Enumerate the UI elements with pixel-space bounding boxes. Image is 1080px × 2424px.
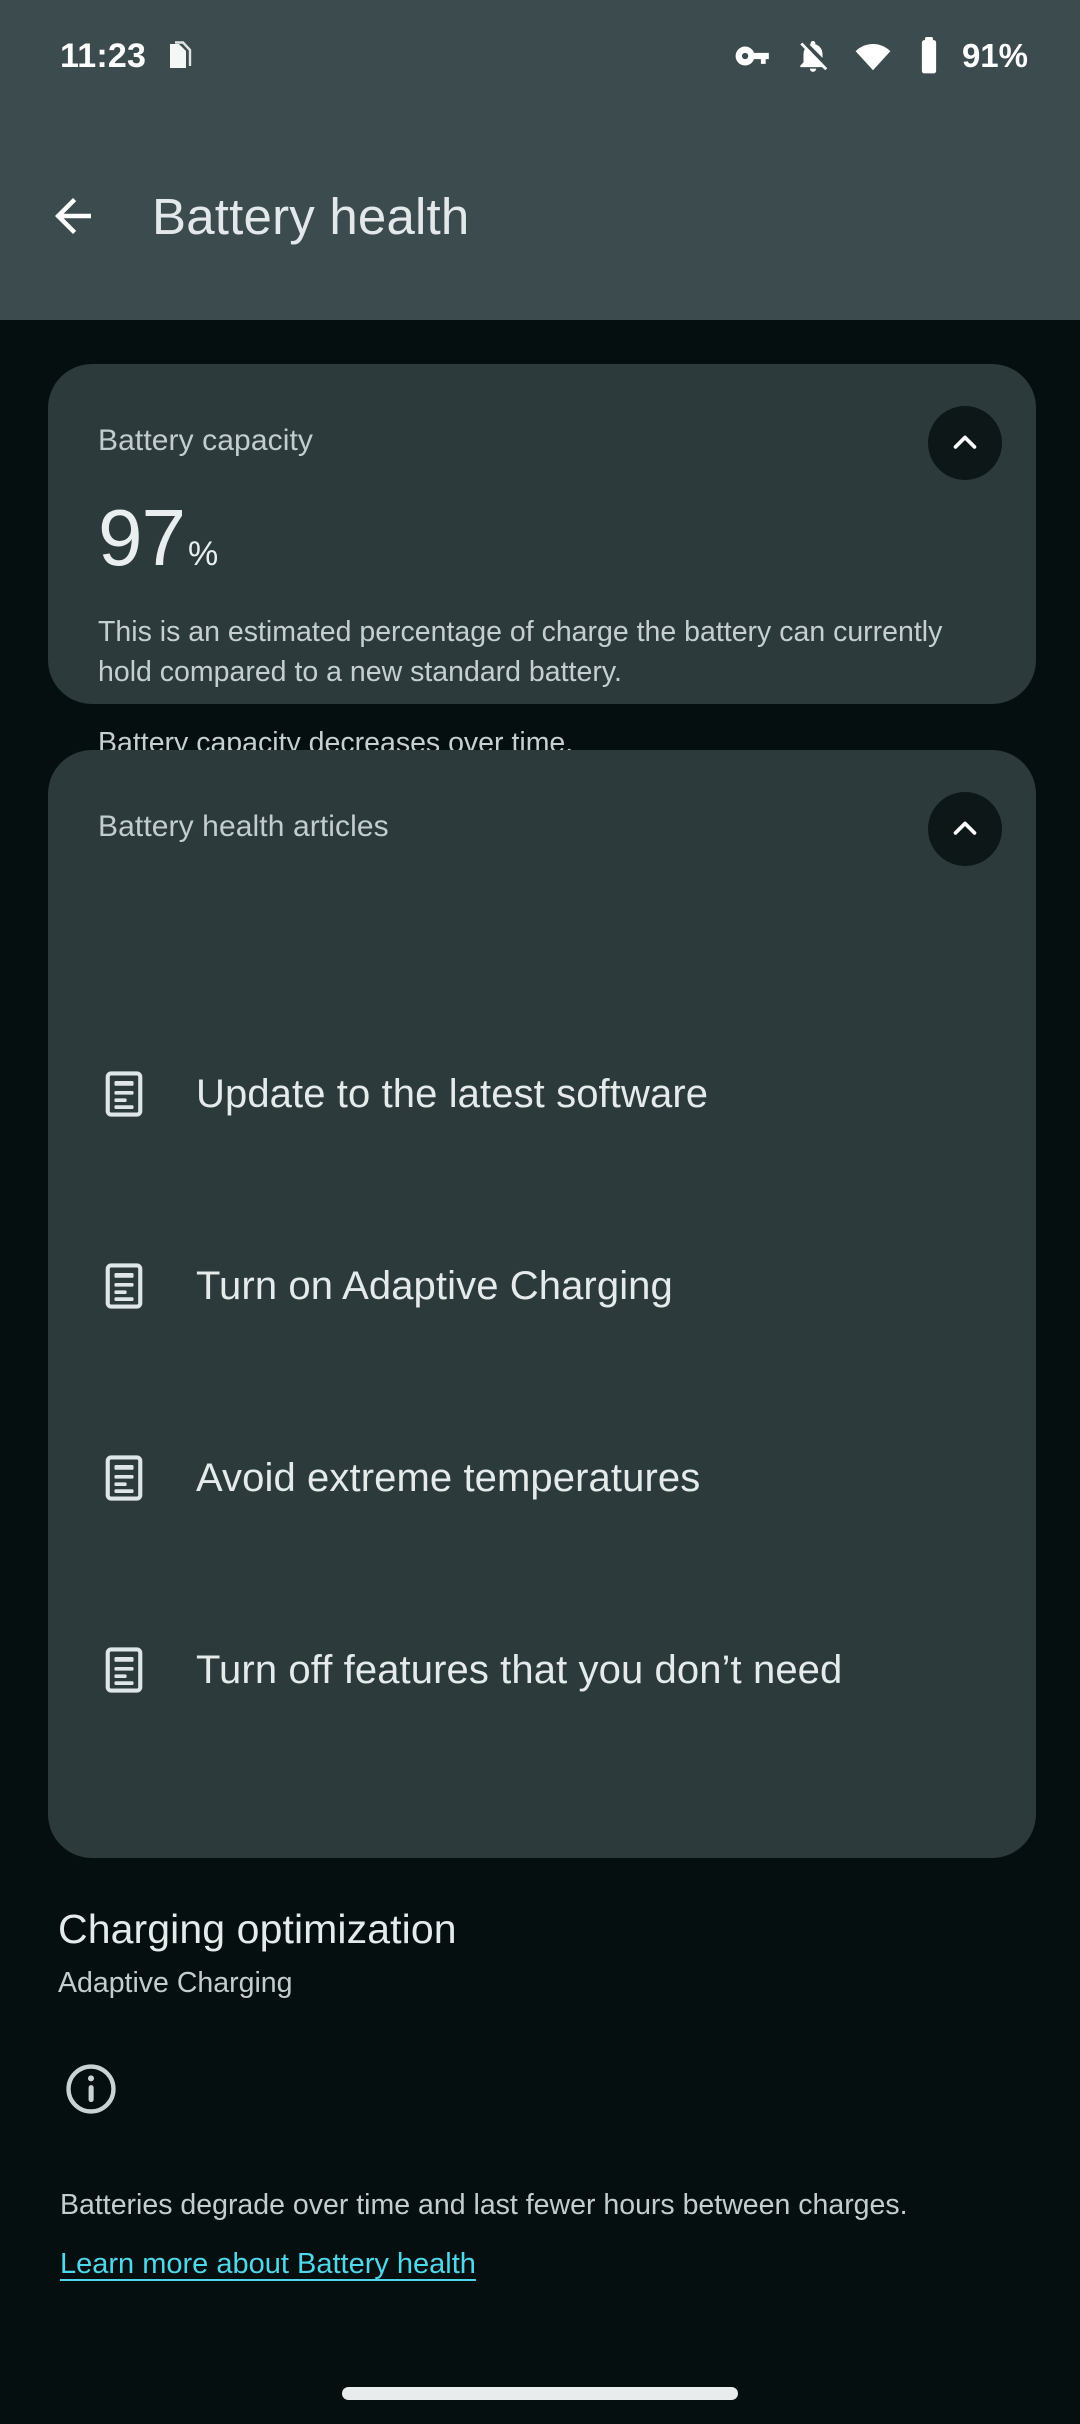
page-title: Battery health: [152, 187, 470, 245]
status-bar-clock: 11:23: [60, 37, 147, 75]
article-item-update-software[interactable]: Update to the latest software: [48, 998, 1036, 1190]
charging-optimization-title: Charging optimization: [58, 1906, 457, 1952]
home-gesture-pill[interactable]: [342, 2387, 738, 2400]
battery-icon: [914, 37, 944, 75]
learn-more-link[interactable]: Learn more about Battery health: [60, 2248, 476, 2281]
article-item-avoid-extreme-temperatures[interactable]: Avoid extreme temperatures: [48, 1382, 1036, 1574]
scroll-content: Battery capacity 97 % This is an estimat…: [0, 320, 1080, 2424]
battery-capacity-header: Battery capacity: [48, 364, 1036, 480]
article-label: Turn on Adaptive Charging: [196, 1263, 673, 1308]
article-icon: [98, 1260, 150, 1312]
pages-notification-icon: [166, 41, 192, 71]
battery-health-articles-collapse-button[interactable]: [928, 792, 1002, 866]
vpn-key-icon: [734, 37, 772, 75]
charging-optimization-section[interactable]: Charging optimization Adaptive Charging: [58, 1906, 457, 2000]
battery-capacity-unit: %: [187, 535, 219, 573]
chevron-up-icon: [946, 424, 984, 462]
battery-capacity-description: This is an estimated percentage of charg…: [98, 616, 943, 689]
article-icon: [98, 1068, 150, 1120]
status-bar: 11:23 91%: [0, 0, 1080, 112]
charging-optimization-subtitle: Adaptive Charging: [58, 1967, 293, 1999]
status-bar-right: 91%: [734, 37, 1028, 75]
battery-health-articles-header: Battery health articles: [48, 750, 1036, 866]
article-label: Turn off features that you don’t need: [196, 1647, 843, 1692]
info-icon: [62, 2060, 120, 2118]
back-arrow-icon: [46, 189, 100, 243]
battery-health-articles-card: Battery health articles Update to the la…: [48, 750, 1036, 1858]
back-button[interactable]: [18, 161, 128, 271]
notifications-off-icon: [794, 37, 832, 75]
battery-health-articles-list: Update to the latest software Turn on Ad…: [48, 998, 1036, 1766]
article-icon: [98, 1452, 150, 1504]
battery-capacity-number: 97: [98, 493, 186, 582]
footer-info: Batteries degrade over time and last few…: [0, 2060, 1080, 2281]
app-bar: Battery health: [0, 112, 1080, 320]
battery-capacity-label: Battery capacity: [98, 424, 314, 457]
status-bar-left: 11:23: [60, 39, 192, 73]
battery-capacity-collapse-button[interactable]: [928, 406, 1002, 480]
battery-health-articles-label: Battery health articles: [98, 810, 389, 843]
article-item-adaptive-charging[interactable]: Turn on Adaptive Charging: [48, 1190, 1036, 1382]
article-label: Update to the latest software: [196, 1071, 709, 1116]
battery-capacity-value: 97 %: [98, 498, 1036, 578]
battery-percentage: 91%: [961, 37, 1028, 74]
wifi-icon: [854, 37, 892, 75]
article-item-turn-off-features[interactable]: Turn off features that you don’t need: [48, 1574, 1036, 1766]
article-icon: [98, 1644, 150, 1696]
phone-screen: 11:23 91% Battery health Battery capacit…: [0, 0, 1080, 2424]
battery-capacity-card: Battery capacity 97 % This is an estimat…: [48, 364, 1036, 759]
footer-description: Batteries degrade over time and last few…: [60, 2189, 908, 2221]
article-label: Avoid extreme temperatures: [196, 1455, 701, 1500]
chevron-up-icon: [946, 810, 984, 848]
